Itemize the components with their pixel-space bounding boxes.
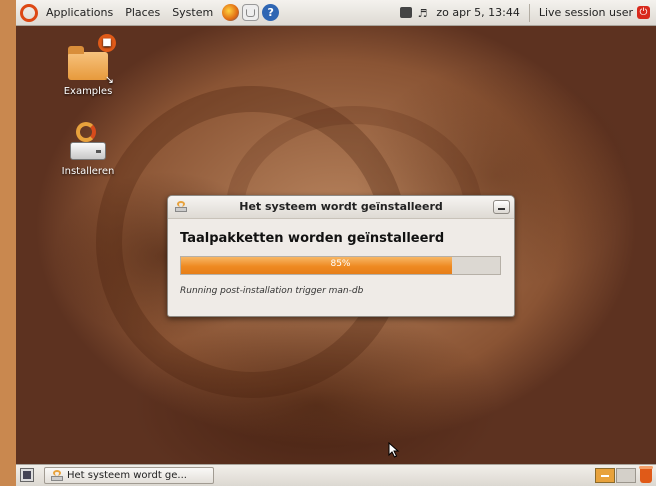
install-progress-dialog: Het systeem wordt geïnstalleerd Taalpakk… <box>167 195 515 317</box>
minimize-button[interactable] <box>493 200 510 214</box>
show-desktop-button[interactable] <box>20 468 34 482</box>
menu-applications[interactable]: Applications <box>40 6 119 19</box>
top-panel: Applications Places System ? ♬ zo apr 5,… <box>16 0 656 26</box>
desktop-icon-label: Examples <box>63 86 113 97</box>
dialog-title: Het systeem wordt geïnstalleerd <box>239 200 443 213</box>
menu-places[interactable]: Places <box>119 6 166 19</box>
panel-separator <box>528 3 530 22</box>
status-text: Running post-installation trigger man-db <box>180 286 364 296</box>
progress-label: 85% <box>330 259 351 269</box>
symlink-arrow-icon: ↘ <box>104 73 114 86</box>
user-switcher[interactable]: Live session user <box>533 6 637 19</box>
workspace-2-button[interactable] <box>616 468 636 483</box>
folder-icon: ■ ↘ <box>68 34 116 86</box>
mouse-pointer-icon <box>388 441 400 461</box>
workspace-1-button[interactable] <box>595 468 615 483</box>
help-launcher-icon[interactable]: ? <box>262 4 280 21</box>
installer-icon <box>68 122 108 166</box>
clock[interactable]: zo apr 5, 13:44 <box>430 6 525 19</box>
bottom-panel: Het systeem wordt ge... <box>16 464 656 486</box>
trash-icon[interactable] <box>639 466 653 483</box>
lock-emblem-icon: ■ <box>98 34 116 52</box>
screen-edge <box>0 0 16 486</box>
firefox-launcher-icon[interactable] <box>222 4 240 21</box>
desktop-icon-label: Installeren <box>61 166 115 177</box>
examples-desktop-icon[interactable]: ■ ↘ Examples <box>48 34 128 97</box>
ubuntu-logo-icon[interactable] <box>20 3 38 22</box>
mail-launcher-icon[interactable] <box>242 4 260 21</box>
progress-bar: 85% <box>180 256 501 275</box>
menu-system[interactable]: System <box>166 6 219 19</box>
installeren-desktop-icon[interactable]: Installeren <box>48 122 128 177</box>
installer-task-icon <box>51 469 63 482</box>
dialog-heading: Taalpakketten worden geïnstalleerd <box>180 231 445 246</box>
taskbar-window-button[interactable]: Het systeem wordt ge... <box>44 467 214 484</box>
taskbar-window-label: Het systeem wordt ge... <box>67 470 187 481</box>
power-icon[interactable]: ⏻ <box>637 6 650 19</box>
network-icon[interactable] <box>399 7 412 18</box>
volume-icon[interactable]: ♬ <box>418 7 428 20</box>
dialog-titlebar[interactable]: Het systeem wordt geïnstalleerd <box>168 196 514 219</box>
